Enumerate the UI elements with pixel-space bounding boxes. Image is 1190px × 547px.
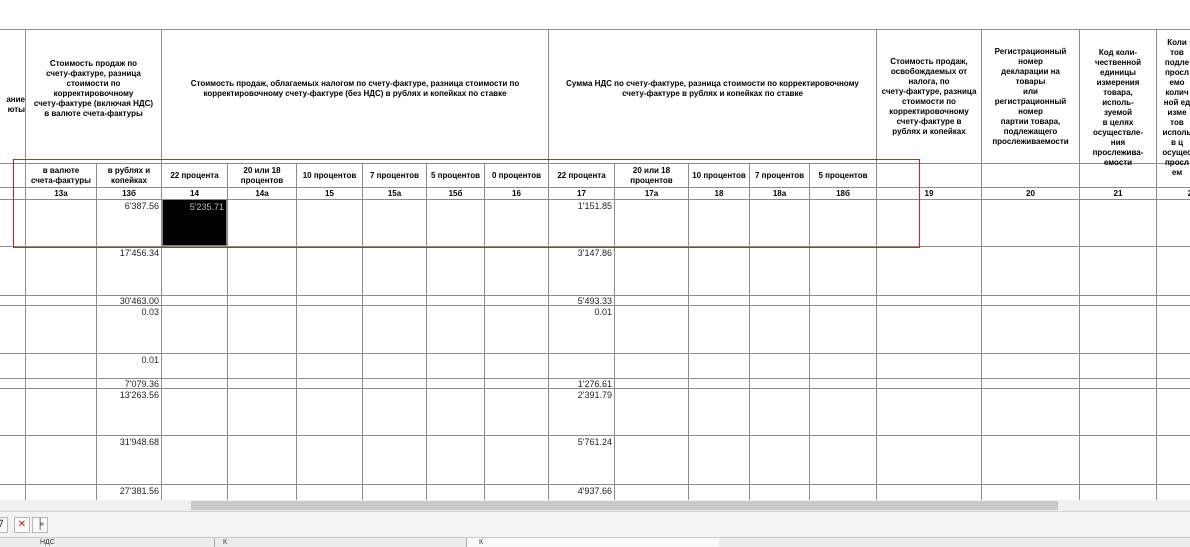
cell-17[interactable]: 2'391.79 (549, 390, 612, 400)
col-number: 20 (1026, 189, 1035, 198)
cell-13b[interactable]: 30'463.00 (97, 296, 159, 306)
cell-13b[interactable]: 31'948.68 (97, 437, 159, 447)
header-col-21: Код коли- чественной единицы измерения т… (1092, 47, 1144, 167)
header-col-14-group: Стоимость продаж, облагаемых налогом по … (190, 79, 520, 98)
header-col-19: Стоимость продаж, освобождаемых от налог… (881, 56, 977, 136)
cell-13b[interactable]: 13'263.56 (97, 390, 159, 400)
cell-13b[interactable]: 0.03 (97, 307, 159, 317)
cell-17[interactable]: 4'937.66 (549, 486, 612, 496)
header-left-partial: ание юты (6, 95, 25, 114)
highlight-frame (13, 159, 920, 248)
cell-13b[interactable]: 17'456.34 (97, 248, 159, 258)
cell-17[interactable]: 5'493.33 (549, 296, 612, 306)
header-col-22-partial: Коли тов подле просл емо колич ной ед из… (1162, 37, 1190, 177)
cell-17[interactable]: 3'147.86 (549, 248, 612, 258)
header-col-17-group: Сумма НДС по счету-фактуре, разница стои… (566, 79, 859, 98)
filter-icon[interactable]: ∇ (0, 517, 8, 533)
col-number: 2 (1187, 189, 1190, 198)
horizontal-scrollbar[interactable] (0, 500, 1190, 511)
cell-17[interactable]: 0.01 (549, 307, 612, 317)
col-number: 21 (1113, 189, 1123, 198)
cell-13b[interactable]: 0.01 (97, 355, 159, 365)
spreadsheet-sheet[interactable]: ание юты Стоимость продаж по счету-факту… (0, 0, 1190, 500)
cell-17[interactable]: 5'761.24 (549, 437, 612, 447)
cell-17[interactable]: 1'276.61 (549, 379, 612, 389)
cell-13b[interactable]: 27'381.56 (97, 486, 159, 496)
cell-13b[interactable]: 7'079.36 (97, 379, 159, 389)
header-col-13: Стоимость продаж по счету-фактуре, разни… (33, 59, 154, 118)
clear-filter-icon[interactable]: ✕ (14, 517, 30, 533)
scrollbar-thumb[interactable] (191, 501, 1058, 510)
freeze-columns-icon[interactable]: ╞ (32, 517, 48, 533)
bottom-toolbar: ∇ ✕ ╞ (0, 511, 1190, 538)
header-col-20: Регистрационный номер декларации на това… (992, 46, 1069, 146)
